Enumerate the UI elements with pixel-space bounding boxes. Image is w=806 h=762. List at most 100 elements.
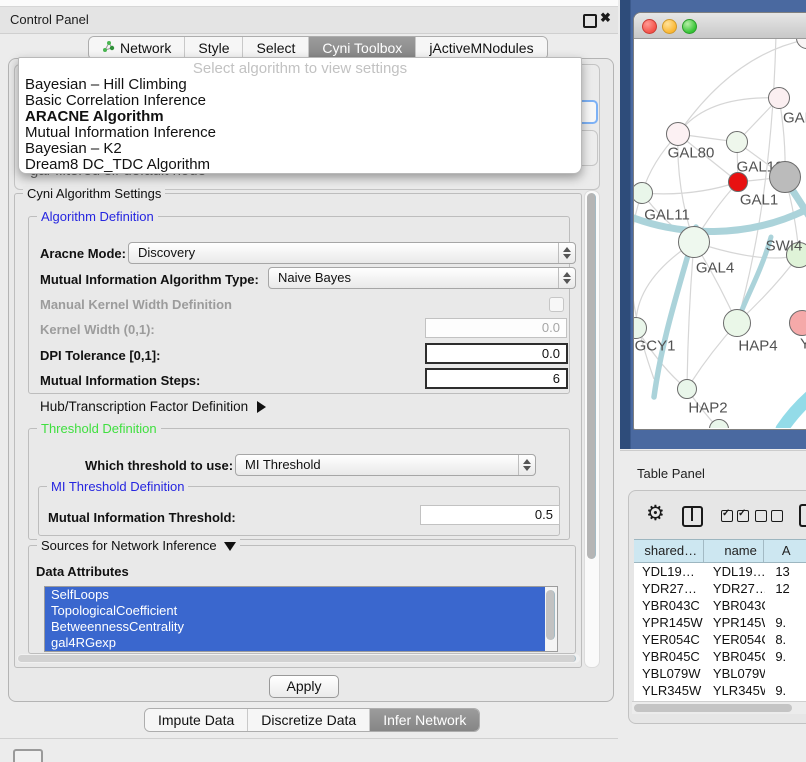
table-row[interactable]: YBL079WYBL079W — [634, 665, 806, 682]
tab-label: Select — [256, 40, 295, 56]
hub-section-toggle[interactable]: Hub/Transcription Factor Definition — [40, 399, 266, 414]
node-label: GAL1 — [740, 192, 778, 209]
minimize-button[interactable] — [662, 19, 677, 34]
kernel-width-field[interactable]: 0.0 — [425, 318, 567, 338]
algorithm-item-mutual-information-inference[interactable]: Mutual Information Inference — [19, 125, 581, 141]
table-cell: YPR145W — [705, 614, 765, 631]
unchecked-pair-icon[interactable] — [755, 510, 783, 522]
mi-type-combo[interactable]: Naive Bayes — [268, 267, 576, 289]
data-attributes-list: SelfLoopsTopologicalCoefficientBetweenne… — [44, 586, 558, 652]
dpi-tolerance-field[interactable]: 0.0 — [425, 343, 568, 364]
table-row[interactable]: YBR045CYBR045C9. — [634, 648, 806, 665]
table-cell — [765, 597, 806, 614]
table-row[interactable]: YBR043CYBR043C — [634, 597, 806, 614]
sources-legend[interactable]: Sources for Network Inference — [37, 538, 240, 553]
table-row[interactable]: YER054CYER054C8. — [634, 631, 806, 648]
settings-vertical-scrollbar[interactable] — [584, 190, 600, 668]
float-icon[interactable] — [583, 14, 597, 28]
bottom-tab-bar: Impute DataDiscretize DataInfer Network — [144, 708, 480, 732]
table-cell: 12 — [765, 580, 806, 597]
minimized-panel-button[interactable] — [13, 749, 43, 762]
dpi-tolerance-label: DPI Tolerance [0,1]: — [40, 348, 160, 363]
network-node[interactable] — [769, 161, 801, 193]
table-cell: YER054C — [634, 631, 705, 648]
which-threshold-combo[interactable]: MI Threshold — [235, 454, 536, 476]
tab-cyni-toolbox[interactable]: Cyni Toolbox — [308, 37, 415, 59]
table-row[interactable]: YPR145WYPR145W9. — [634, 614, 806, 631]
control-panel-title: Control Panel — [10, 12, 89, 27]
network-node-gal80[interactable] — [666, 122, 690, 146]
aracne-mode-label: Aracne Mode: — [40, 246, 126, 261]
checked-pair-icon[interactable] — [721, 510, 749, 522]
table-row[interactable]: YLR345WYLR345W9. — [634, 682, 806, 699]
mi-threshold-field[interactable]: 0.5 — [420, 505, 560, 525]
tab-label: jActiveMNodules — [429, 40, 533, 56]
tab-style[interactable]: Style — [184, 37, 242, 59]
apply-button[interactable]: Apply — [269, 675, 339, 698]
tab-infer-network[interactable]: Infer Network — [369, 709, 479, 731]
settings-horizontal-scrollbar[interactable] — [17, 654, 580, 663]
attributes-scrollbar[interactable] — [545, 587, 557, 651]
table-cell: YBR043C — [705, 597, 765, 614]
algorithm-item-bayesian-hill-climbing[interactable]: Bayesian – Hill Climbing — [19, 77, 581, 93]
table-cell: YPR145W — [634, 614, 705, 631]
table-horizontal-scrollbar[interactable] — [632, 701, 806, 714]
mi-threshold-legend: MI Threshold Definition — [47, 479, 188, 494]
table-panel-title: Table Panel — [637, 466, 705, 481]
column-header-name[interactable]: name — [704, 540, 764, 562]
algorithm-item-aracne-algorithm[interactable]: ARACNE Algorithm — [19, 109, 581, 125]
kernel-width-label: Kernel Width (0,1): — [40, 322, 155, 337]
column-header-shared[interactable]: shared… — [634, 540, 704, 562]
network-window-titlebar[interactable] — [634, 13, 806, 39]
table-row[interactable]: YDR27…YDR27…12 — [634, 580, 806, 597]
table-cell: YLR345W — [634, 682, 705, 699]
mi-type-label: Mutual Information Algorithm Type: — [40, 272, 259, 287]
column-header-a[interactable]: A — [764, 540, 806, 562]
divider — [0, 738, 618, 739]
algorithm-item-dream8-dc-tdc-algorithm[interactable]: Dream8 DC_TDC Algorithm — [19, 157, 581, 173]
columns-icon[interactable] — [682, 506, 703, 527]
network-node-gal1[interactable] — [728, 172, 748, 192]
tab-impute-data[interactable]: Impute Data — [145, 709, 247, 731]
table-cell: 8. — [765, 631, 806, 648]
algorithm-dropdown: Select algorithm to view settings Bayesi… — [18, 57, 582, 174]
attribute-item-selfloops[interactable]: SelfLoops — [45, 587, 557, 603]
algorithm-item-basic-correlation-inference[interactable]: Basic Correlation Inference — [19, 93, 581, 109]
network-node-hap4[interactable] — [723, 309, 751, 337]
close-icon[interactable]: ✖ — [600, 10, 611, 26]
tab-select[interactable]: Select — [242, 37, 308, 59]
network-canvas-area: GALGAL80GAL10GAL1GAL11GAL4SWI4GCY1HAP4YH… — [620, 0, 806, 449]
network-node-gal4[interactable] — [678, 226, 710, 258]
stepper-icon — [558, 268, 575, 288]
gear-icon[interactable]: ⚙ — [646, 503, 665, 524]
partial-icon[interactable] — [799, 504, 806, 527]
algorithm-item-bayesian-k2[interactable]: Bayesian – K2 — [19, 141, 581, 157]
node-label: GAL4 — [696, 260, 734, 277]
table-cell: 9. — [765, 648, 806, 665]
table-panel: ⚙ shared…nameA YDL19…YDL19…13YDR27…YDR27… — [628, 490, 806, 724]
attribute-item-gal4rgexp[interactable]: gal4RGexp — [45, 635, 557, 651]
threshold-definition-legend: Threshold Definition — [37, 421, 161, 436]
algorithm-definition-legend: Algorithm Definition — [37, 209, 158, 224]
close-button[interactable] — [642, 19, 657, 34]
network-window: GALGAL80GAL10GAL1GAL11GAL4SWI4GCY1HAP4YH… — [633, 12, 806, 430]
table-cell: YBR045C — [705, 648, 765, 665]
network-node-gal10[interactable] — [726, 131, 748, 153]
mi-steps-label: Mutual Information Steps: — [40, 373, 200, 388]
tab-label: Cyni Toolbox — [322, 40, 402, 56]
zoom-button[interactable] — [682, 19, 697, 34]
aracne-mode-combo[interactable]: Discovery — [128, 242, 576, 264]
attribute-item-betweennesscentrality[interactable]: BetweennessCentrality — [45, 619, 557, 635]
network-graph[interactable]: GALGAL80GAL10GAL1GAL11GAL4SWI4GCY1HAP4YH… — [634, 39, 806, 428]
mi-steps-field[interactable]: 6 — [425, 368, 568, 389]
table-cell: YBR045C — [634, 648, 705, 665]
manual-kernel-checkbox[interactable] — [549, 297, 564, 312]
table-row[interactable]: YDL19…YDL19…13 — [634, 563, 806, 580]
tab-network[interactable]: Network — [89, 37, 184, 59]
caret-right-icon — [257, 401, 266, 413]
network-node-gal[interactable] — [768, 87, 790, 109]
network-node-hap2[interactable] — [677, 379, 697, 399]
attribute-item-topologicalcoefficient[interactable]: TopologicalCoefficient — [45, 603, 557, 619]
tab-discretize-data[interactable]: Discretize Data — [247, 709, 369, 731]
tab-jactivemnodules[interactable]: jActiveMNodules — [415, 37, 546, 59]
